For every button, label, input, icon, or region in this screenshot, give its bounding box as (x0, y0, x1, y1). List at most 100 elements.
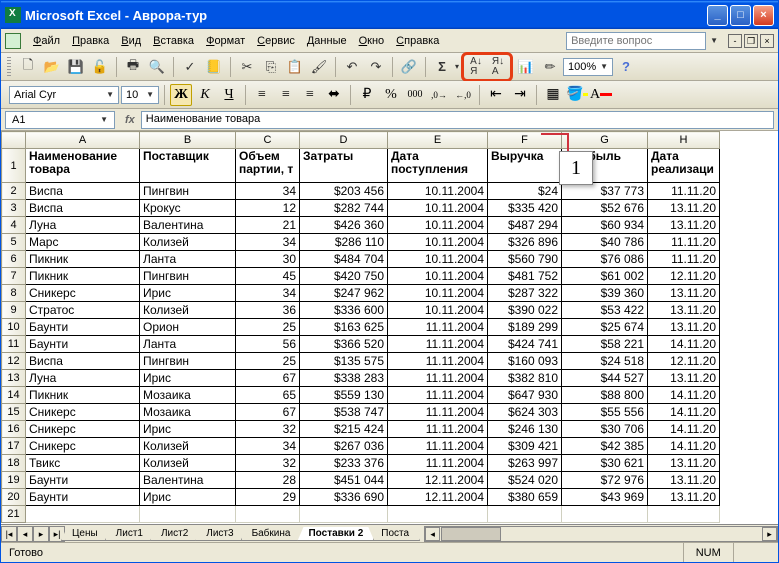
cell[interactable]: $420 750 (300, 268, 388, 285)
doc-restore-button[interactable]: ❐ (744, 34, 758, 48)
cell[interactable]: $37 773 (562, 183, 648, 200)
cell[interactable]: $24 518 (562, 353, 648, 370)
cell[interactable]: $309 421 (488, 438, 562, 455)
header-cell[interactable]: Поставщик (140, 149, 236, 183)
close-button[interactable]: × (753, 5, 774, 26)
cell[interactable]: $560 790 (488, 251, 562, 268)
tab-nav-first[interactable]: |◂ (1, 526, 17, 542)
cell[interactable]: 12.11.2004 (388, 472, 488, 489)
row-header-16[interactable]: 16 (2, 421, 26, 438)
row-header-8[interactable]: 8 (2, 285, 26, 302)
cell[interactable]: Сникерс (26, 421, 140, 438)
cell[interactable]: $52 676 (562, 200, 648, 217)
cell[interactable]: $40 786 (562, 234, 648, 251)
cell[interactable]: 12 (236, 200, 300, 217)
cell[interactable]: Валентина (140, 217, 236, 234)
decrease-decimal-icon[interactable]: ←,0 (452, 84, 474, 106)
align-right-icon[interactable]: ≡ (299, 84, 321, 106)
horizontal-scrollbar[interactable]: ◂ ▸ (424, 526, 778, 542)
name-box[interactable]: A1▼ (5, 111, 115, 129)
cell[interactable]: 10.11.2004 (388, 285, 488, 302)
col-header-C[interactable]: C (236, 132, 300, 149)
save-icon[interactable]: 💾 (65, 56, 87, 78)
cell[interactable]: $524 020 (488, 472, 562, 489)
cell[interactable] (236, 506, 300, 523)
cell[interactable]: $25 674 (562, 319, 648, 336)
row-header-15[interactable]: 15 (2, 404, 26, 421)
cell[interactable] (140, 506, 236, 523)
cell[interactable]: Ирис (140, 421, 236, 438)
cell[interactable]: 10.11.2004 (388, 302, 488, 319)
cell[interactable]: 34 (236, 438, 300, 455)
sheet-tab-Лист1[interactable]: Лист1 (105, 527, 154, 541)
menu-справка[interactable]: Справка (390, 33, 445, 49)
cell[interactable]: Мозаика (140, 387, 236, 404)
cell[interactable]: $42 385 (562, 438, 648, 455)
cell[interactable]: $160 093 (488, 353, 562, 370)
cell[interactable]: $338 283 (300, 370, 388, 387)
cell[interactable]: $267 036 (300, 438, 388, 455)
cell[interactable] (300, 506, 388, 523)
cell[interactable]: Ирис (140, 489, 236, 506)
cell[interactable]: $287 322 (488, 285, 562, 302)
cell[interactable]: 13.11.20 (648, 472, 720, 489)
cell[interactable]: $336 690 (300, 489, 388, 506)
cell[interactable]: 14.11.20 (648, 438, 720, 455)
cell[interactable]: $481 752 (488, 268, 562, 285)
fill-color-icon[interactable]: 🪣 (566, 84, 588, 106)
menu-окно[interactable]: Окно (353, 33, 391, 49)
cell[interactable]: 11.11.2004 (388, 421, 488, 438)
open-icon[interactable]: 📂 (41, 56, 63, 78)
cell[interactable]: 13.11.20 (648, 285, 720, 302)
row-header-17[interactable]: 17 (2, 438, 26, 455)
cell[interactable]: 34 (236, 285, 300, 302)
percent-icon[interactable]: % (380, 84, 402, 106)
cell[interactable]: Ирис (140, 370, 236, 387)
currency-icon[interactable]: ₽ (356, 84, 378, 106)
cell[interactable]: 28 (236, 472, 300, 489)
cell[interactable]: Стратос (26, 302, 140, 319)
cell[interactable]: $426 360 (300, 217, 388, 234)
menu-данные[interactable]: Данные (301, 33, 353, 49)
cell[interactable]: 14.11.20 (648, 387, 720, 404)
cell[interactable]: $366 520 (300, 336, 388, 353)
underline-button[interactable]: Ч (218, 84, 240, 106)
cell[interactable]: 13.11.20 (648, 217, 720, 234)
menu-файл[interactable]: Файл (27, 33, 66, 49)
row-header-11[interactable]: 11 (2, 336, 26, 353)
row-header-7[interactable]: 7 (2, 268, 26, 285)
help-search-input[interactable] (566, 32, 706, 50)
row-header-12[interactable]: 12 (2, 353, 26, 370)
cell[interactable]: Сникерс (26, 404, 140, 421)
cell[interactable]: $390 022 (488, 302, 562, 319)
cell[interactable]: $30 706 (562, 421, 648, 438)
sheet-tab-Бабкина[interactable]: Бабкина (241, 527, 302, 541)
col-header-D[interactable]: D (300, 132, 388, 149)
cell[interactable]: Виспа (26, 183, 140, 200)
cell[interactable]: $24 (488, 183, 562, 200)
cell[interactable]: Ланта (140, 336, 236, 353)
menu-сервис[interactable]: Сервис (251, 33, 301, 49)
cell[interactable]: 11.11.2004 (388, 319, 488, 336)
help-icon[interactable]: ? (615, 56, 637, 78)
cell[interactable]: 25 (236, 319, 300, 336)
cell[interactable]: 21 (236, 217, 300, 234)
cell[interactable]: 11.11.2004 (388, 370, 488, 387)
cell[interactable]: 10.11.2004 (388, 183, 488, 200)
decrease-indent-icon[interactable]: ⇤ (485, 84, 507, 106)
cell[interactable]: 36 (236, 302, 300, 319)
cell[interactable]: $60 934 (562, 217, 648, 234)
redo-icon[interactable]: ↷ (365, 56, 387, 78)
row-header-4[interactable]: 4 (2, 217, 26, 234)
cell[interactable]: Пикник (26, 387, 140, 404)
bold-button[interactable]: Ж (170, 84, 192, 106)
research-icon[interactable]: 📒 (203, 56, 225, 78)
cell[interactable]: 13.11.20 (648, 319, 720, 336)
cell[interactable]: 11.11.2004 (388, 353, 488, 370)
toolbar-grip[interactable] (7, 57, 11, 77)
cell[interactable]: $336 600 (300, 302, 388, 319)
paste-icon[interactable]: 📋 (284, 56, 306, 78)
new-icon[interactable]: 🗋 (17, 56, 39, 78)
cell[interactable]: Колизей (140, 438, 236, 455)
cell[interactable]: $424 741 (488, 336, 562, 353)
